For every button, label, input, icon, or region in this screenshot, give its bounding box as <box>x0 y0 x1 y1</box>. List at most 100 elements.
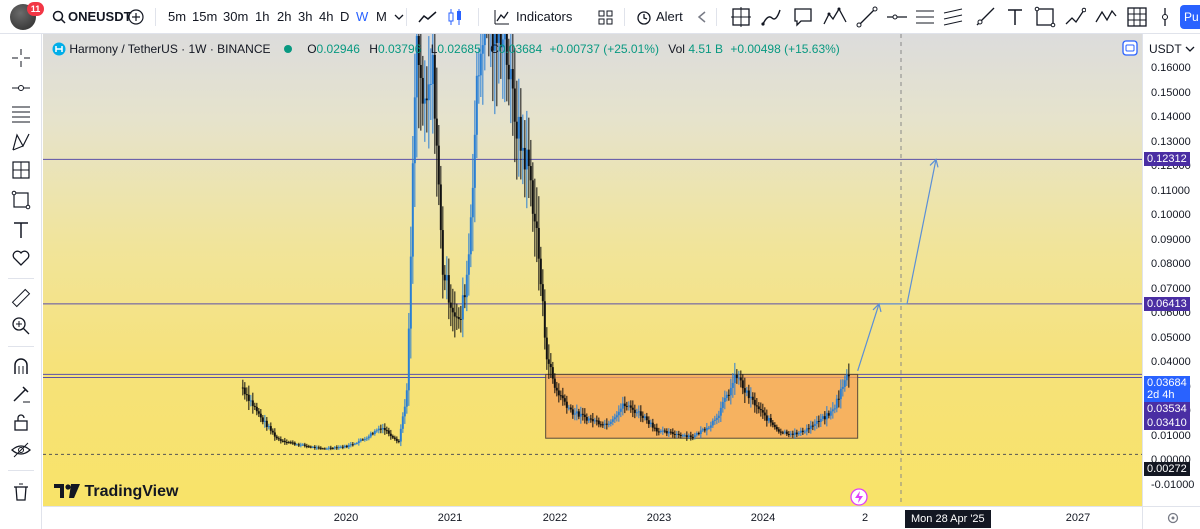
timeframe-4h[interactable]: 4h <box>319 0 333 34</box>
price-marker-icon[interactable] <box>1158 6 1172 28</box>
candle-body <box>587 418 590 421</box>
undo-arrow-icon[interactable] <box>697 11 707 23</box>
candle-body <box>409 256 412 329</box>
indicators-button[interactable]: Indicators <box>516 0 572 34</box>
magnet-icon[interactable] <box>11 356 31 376</box>
candle-body <box>325 448 328 450</box>
price-tick-label: 0.14000 <box>1151 111 1191 123</box>
timeframe-30m[interactable]: 30m <box>223 0 248 34</box>
lock-icon[interactable] <box>11 412 31 432</box>
tradingview-logo[interactable]: TradingView <box>54 482 178 502</box>
fib-channel-icon[interactable] <box>942 6 964 28</box>
candle-body <box>703 429 706 431</box>
candle-body <box>513 88 516 122</box>
fib-retracement-icon[interactable] <box>11 104 31 124</box>
symbol-title[interactable]: Harmony / TetherUS · 1W · BINANCE <box>69 42 270 56</box>
pattern-tool-icon[interactable] <box>11 132 31 152</box>
brush-icon[interactable] <box>760 6 782 28</box>
trash-icon[interactable] <box>11 482 31 502</box>
candle-body <box>717 415 720 418</box>
symbol-search[interactable]: ONEUSDT <box>68 0 132 34</box>
candle-body <box>725 394 728 398</box>
timeframe-3h[interactable]: 3h <box>298 0 312 34</box>
candle-body <box>381 428 384 430</box>
candle-body <box>329 447 332 449</box>
publish-button[interactable]: Pu <box>1180 5 1200 29</box>
candle-body <box>543 301 546 338</box>
crosshair-icon[interactable] <box>11 48 31 68</box>
candle-body <box>695 433 698 436</box>
candle-body <box>511 69 514 89</box>
price-tick-label: 0.08000 <box>1151 258 1191 270</box>
candle-body <box>547 359 550 364</box>
candle-body <box>463 295 466 298</box>
candle-body <box>531 180 534 214</box>
elliott-wave-icon[interactable] <box>822 4 848 28</box>
settings-gear-icon[interactable] <box>1167 512 1179 524</box>
candle-body <box>471 187 474 218</box>
ruler-icon[interactable] <box>11 288 31 308</box>
candle-body <box>295 444 298 446</box>
timeframe-5m[interactable]: 5m <box>168 0 186 34</box>
currency-chevron-icon[interactable] <box>1185 45 1195 53</box>
line-chart-type-icon[interactable] <box>418 9 438 25</box>
timeframe-15m[interactable]: 15m <box>192 0 217 34</box>
alert-clock-icon[interactable] <box>636 9 652 25</box>
candle-body <box>565 401 568 408</box>
grid-table-icon[interactable] <box>1126 6 1148 28</box>
candle-body <box>723 397 726 402</box>
candle-body <box>615 415 618 418</box>
timeframe-w[interactable]: W <box>356 0 368 34</box>
prediction-tool-icon[interactable] <box>11 160 31 180</box>
chart-canvas[interactable] <box>43 34 1142 506</box>
candle-body <box>617 411 620 416</box>
chart-pane[interactable] <box>43 34 1142 506</box>
currency-label[interactable]: USDT <box>1149 42 1182 56</box>
timeframe-m[interactable]: M <box>376 0 387 34</box>
geometric-shapes-icon[interactable] <box>11 190 31 210</box>
timeframe-2h[interactable]: 2h <box>277 0 291 34</box>
zoom-in-icon[interactable] <box>11 316 31 336</box>
candle-body <box>663 430 666 432</box>
trend-line-tool-icon[interactable] <box>11 78 31 98</box>
draw-mode-icon[interactable] <box>11 384 31 404</box>
parallel-channel-icon[interactable] <box>914 6 936 28</box>
timeframe-more-chevron-icon[interactable] <box>394 13 404 21</box>
timeframe-d[interactable]: D <box>340 0 349 34</box>
alert-button[interactable]: Alert <box>656 0 683 34</box>
lightning-icon[interactable] <box>850 488 868 506</box>
compare-plus-icon[interactable] <box>128 9 144 25</box>
price-tick-label: 0.16000 <box>1151 62 1191 74</box>
candle-body <box>681 435 684 437</box>
rectangle-tool-icon[interactable] <box>1034 6 1056 28</box>
callout-icon[interactable] <box>792 6 814 28</box>
candle-body <box>337 447 340 449</box>
candle-body <box>537 227 540 259</box>
heart-icon[interactable] <box>11 248 31 268</box>
text-icon[interactable] <box>11 220 31 240</box>
candle-body <box>287 442 290 444</box>
candle-body <box>655 427 658 432</box>
eye-icon[interactable] <box>11 440 31 460</box>
time-tick-label: 2024 <box>750 512 776 524</box>
crosshair-box-icon[interactable] <box>730 6 752 28</box>
text-tool-icon[interactable] <box>1004 6 1026 28</box>
horizontal-ray-icon[interactable] <box>886 6 908 28</box>
indicators-icon[interactable] <box>494 9 510 25</box>
ray-line-icon[interactable] <box>974 6 996 28</box>
layout-grid-icon[interactable] <box>598 10 613 25</box>
candle-body <box>745 390 748 393</box>
search-icon[interactable] <box>52 10 66 24</box>
candles-chart-type-icon[interactable] <box>446 7 464 27</box>
price-scale[interactable]: USDT 0.160000.150000.140000.130000.12000… <box>1142 34 1200 506</box>
candle-body <box>249 400 252 402</box>
trend-line-icon[interactable] <box>856 6 878 28</box>
time-scale[interactable]: 20202021202220232024220262027 Mon 28 Apr… <box>43 506 1142 529</box>
candle-body <box>619 408 622 412</box>
candle-body <box>749 396 752 399</box>
timeframe-1h[interactable]: 1h <box>255 0 269 34</box>
path-tool-icon[interactable] <box>1064 6 1086 28</box>
scale-settings-icon[interactable] <box>1122 40 1138 56</box>
zigzag-icon[interactable] <box>1094 6 1118 28</box>
candle-body <box>453 312 456 317</box>
